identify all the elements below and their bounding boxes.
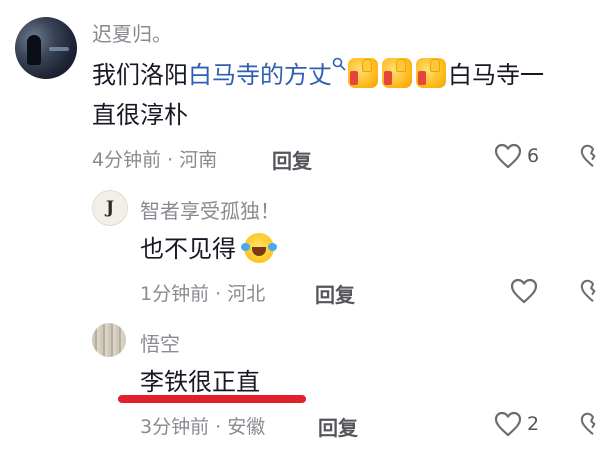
comment-link-text[interactable]: 白马寺的方丈: [188, 61, 332, 89]
reply-location: 安徽: [227, 416, 266, 438]
crying-laughing-emoji: [240, 233, 277, 263]
comment-location: 河南: [179, 149, 218, 171]
comment-text-prefix: 我们洛阳: [92, 61, 188, 89]
heart-outline-icon[interactable]: [494, 143, 522, 169]
meta-separator: ·: [209, 283, 228, 305]
avatar[interactable]: J: [92, 190, 128, 226]
heart-outline-icon[interactable]: [494, 411, 522, 437]
comment-time: 4分钟前: [92, 149, 162, 171]
reply-username[interactable]: 悟空: [140, 328, 180, 357]
reply-time: 1分钟前: [140, 283, 210, 305]
reply-meta: 1分钟前 · 河北: [140, 279, 265, 306]
reply-meta: 3分钟前 · 安徽: [140, 412, 265, 439]
comment-text-after-thumbs: 白马寺一: [448, 61, 544, 89]
avatar-figure: [27, 35, 41, 65]
reply-location: 河北: [227, 283, 266, 305]
thumbs-up-emoji: [348, 58, 378, 88]
like-count: 2: [527, 413, 540, 435]
reply-time: 3分钟前: [140, 416, 210, 438]
thumbs-up-emoji: [382, 58, 412, 88]
broken-heart-icon[interactable]: [580, 143, 600, 169]
like-count: 6: [527, 145, 540, 167]
avatar-light: [49, 47, 69, 51]
heart-outline-icon[interactable]: [510, 278, 538, 304]
comment-text-line1: 我们洛阳白马寺的方丈 白马寺一: [92, 55, 544, 95]
avatar[interactable]: [15, 17, 77, 79]
comment-text-line2: 直很淳朴: [92, 101, 188, 129]
broken-heart-icon[interactable]: [580, 411, 600, 437]
avatar[interactable]: [92, 323, 126, 357]
reply-button[interactable]: 回复: [315, 279, 355, 308]
reply-text-line: 也不见得: [140, 229, 277, 269]
comment-link[interactable]: 白马寺的方丈: [188, 57, 346, 89]
reply-text: 也不见得: [140, 235, 236, 263]
avatar-letter: J: [105, 198, 115, 218]
broken-heart-icon[interactable]: [580, 278, 600, 304]
search-icon[interactable]: [332, 57, 346, 71]
reply-username[interactable]: 智者享受孤独！: [140, 195, 280, 224]
meta-separator: ·: [161, 149, 180, 171]
comment-username[interactable]: 迟夏归。: [92, 18, 172, 47]
meta-separator: ·: [209, 416, 228, 438]
comment-meta: 4分钟前 · 河南: [92, 145, 217, 172]
reply-button[interactable]: 回复: [318, 412, 358, 441]
red-underline-annotation: [118, 395, 306, 403]
thumbs-up-emoji: [416, 58, 446, 88]
reply-button[interactable]: 回复: [272, 145, 312, 174]
